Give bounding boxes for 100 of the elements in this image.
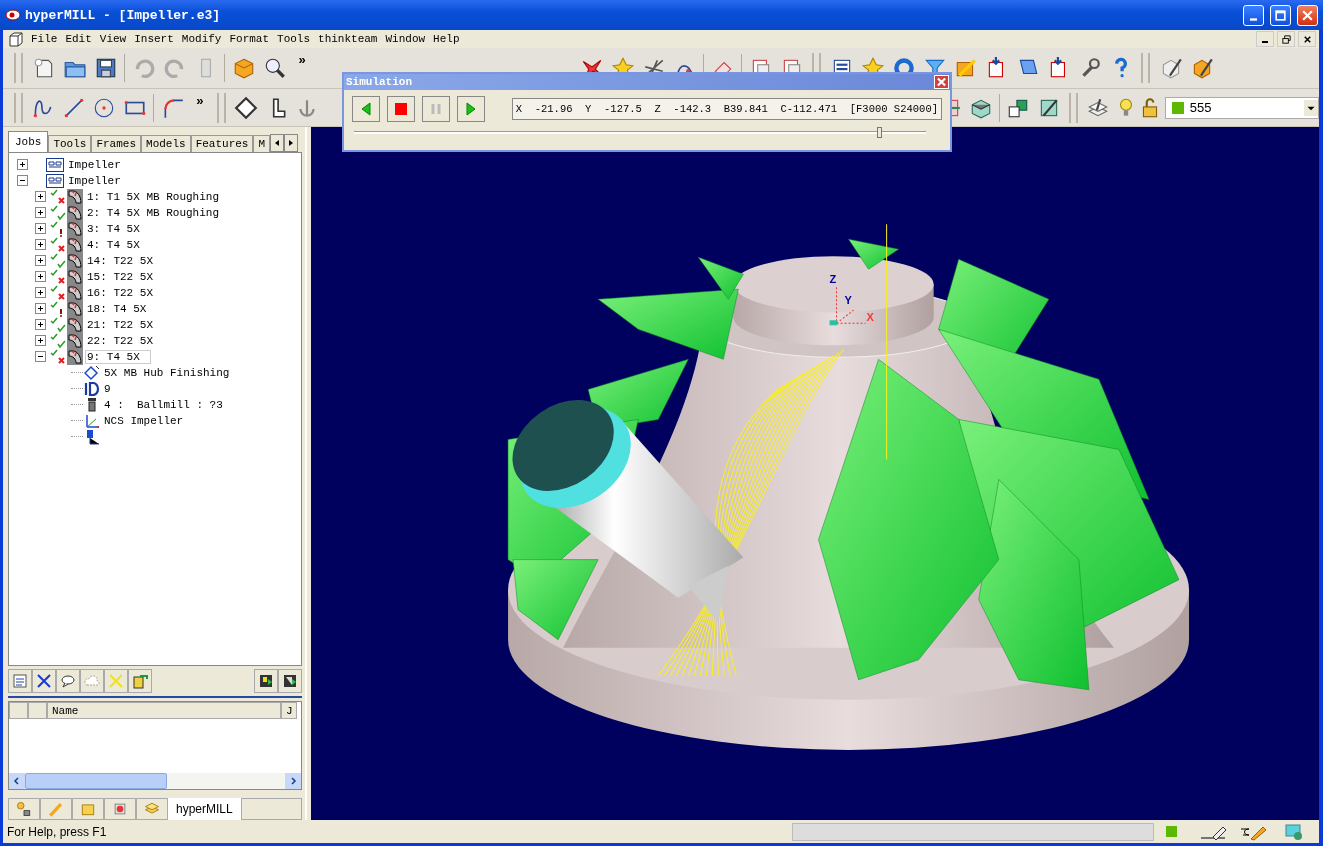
layer-dropdown[interactable]: 555 [1164, 96, 1319, 119]
tree-item[interactable]: 21: T22 5X [86, 318, 154, 331]
panel-tab[interactable]: M [253, 134, 271, 152]
expand-toggle[interactable] [35, 239, 46, 251]
expand-toggle[interactable] [35, 207, 46, 219]
restore-icon [1280, 33, 1292, 45]
tree-item[interactable]: 5X MB Hub Finishing [103, 366, 231, 379]
axis-label: Z [829, 273, 837, 286]
menu-item[interactable]: Format [225, 33, 274, 45]
tree-item[interactable]: 22: T22 5X [86, 334, 154, 347]
stop-button[interactable] [386, 96, 415, 122]
expand-toggle[interactable] [35, 223, 46, 235]
axis-label: Y [844, 294, 852, 307]
tree-item[interactable]: 1: T1 5X MB Roughing [86, 190, 221, 203]
panel-tab[interactable]: Tools [48, 134, 92, 152]
expand-toggle[interactable] [17, 159, 28, 171]
panel-tab[interactable]: Frames [91, 134, 142, 152]
run-icon [282, 673, 298, 690]
expand-toggle[interactable] [35, 191, 46, 203]
menu-item[interactable]: thinkteam [314, 33, 382, 45]
toolbar-grip[interactable] [14, 53, 23, 83]
tree-item[interactable]: 9: T4 5X [86, 350, 150, 363]
panel-tab[interactable] [104, 798, 136, 820]
toolbar-overflow-button[interactable]: » [290, 52, 314, 67]
panel-tab[interactable]: Jobs [8, 130, 49, 152]
tree-item[interactable]: 3: T4 5X [86, 222, 141, 235]
minimize-button[interactable] [1256, 31, 1274, 47]
delete-button[interactable] [32, 669, 56, 694]
job-icon [67, 188, 83, 205]
dialog-title: Simulation [346, 76, 412, 88]
play-button[interactable] [456, 96, 485, 122]
pen-icon [47, 800, 65, 819]
slider-thumb[interactable] [877, 127, 883, 138]
horizontal-scrollbar[interactable] [9, 773, 301, 790]
run-button[interactable] [278, 669, 302, 694]
menu-item[interactable]: Edit [61, 33, 96, 45]
tree-item[interactable]: 9 [103, 382, 112, 395]
toolbar-grip[interactable] [1069, 92, 1079, 123]
expand-toggle[interactable] [35, 319, 46, 331]
toolbar-grip[interactable] [216, 92, 226, 123]
expand-toggle[interactable] [35, 255, 46, 267]
expand-toggle[interactable] [35, 287, 46, 299]
panel-tab[interactable]: Features [190, 134, 254, 152]
run-button[interactable] [254, 669, 278, 694]
panel-tab[interactable]: Models [141, 134, 191, 152]
axis-frame-icon [84, 412, 100, 429]
project-icon [46, 173, 64, 188]
play-backward-button[interactable] [352, 96, 380, 122]
column-header[interactable]: J [281, 702, 297, 720]
tree-item[interactable]: 4 : Ballmill : ?3 [103, 398, 224, 411]
tree-item[interactable]: NCS Impeller [103, 414, 185, 427]
toolbar-grip[interactable] [14, 92, 23, 123]
column-header[interactable]: Name [47, 702, 281, 720]
project-icon [46, 157, 64, 172]
stop-icon [392, 101, 409, 117]
tree-item[interactable]: 16: T22 5X [86, 286, 154, 299]
3d-viewport[interactable]: Z Y X [311, 127, 1319, 820]
diamond-icon[interactable] [233, 95, 258, 120]
cycle-icon [84, 364, 100, 381]
app-logo-icon [5, 8, 21, 22]
close-button[interactable] [1298, 31, 1316, 47]
menu-item[interactable]: Insert [130, 33, 178, 45]
panel-tab[interactable]: hyperMILL [168, 798, 241, 820]
tree-item[interactable]: 14: T22 5X [86, 254, 154, 267]
list-icon [12, 673, 28, 690]
comment-button[interactable] [56, 669, 80, 694]
expand-toggle[interactable] [35, 271, 46, 283]
toolbar-grip[interactable] [1141, 53, 1150, 83]
close-icon [1301, 33, 1313, 45]
geometry-icon [15, 800, 33, 819]
menu-item[interactable]: Help [429, 33, 464, 45]
tree-item[interactable]: Impeller [67, 174, 122, 187]
maximize-button[interactable] [1270, 4, 1291, 26]
export-button[interactable] [128, 669, 152, 694]
close-icon [1301, 8, 1314, 22]
menu-item[interactable]: Modify [177, 33, 226, 45]
expand-toggle[interactable] [35, 351, 46, 363]
scroll-right-button[interactable] [284, 133, 299, 152]
menu-item[interactable]: Tools [273, 33, 315, 45]
menu-item[interactable]: Window [381, 33, 430, 45]
pause-button[interactable] [421, 96, 450, 122]
expand-toggle[interactable] [17, 175, 28, 187]
panel-tab[interactable] [8, 798, 40, 820]
minimize-icon [1250, 17, 1257, 21]
menu-item[interactable]: File [27, 33, 62, 45]
scroll-left-button[interactable] [270, 133, 285, 152]
menu-item[interactable]: View [95, 33, 131, 45]
close-icon [935, 76, 948, 88]
expand-toggle[interactable] [35, 303, 46, 315]
toolbar-overflow-button[interactable]: » [187, 93, 212, 108]
run-icon [258, 673, 274, 690]
tree-item[interactable]: 18: T4 5X [86, 302, 148, 315]
tree-item[interactable]: 15: T22 5X [86, 270, 154, 283]
tree-item[interactable]: 4: T4 5X [86, 238, 141, 251]
restore-button[interactable] [1277, 31, 1295, 47]
tree-item[interactable]: Impeller [67, 158, 122, 171]
tree-item[interactable]: 2: T4 5X MB Roughing [86, 206, 221, 219]
expand-toggle[interactable] [35, 335, 46, 347]
left-arrow-icon [273, 138, 282, 147]
axis-triad-icon [829, 286, 867, 326]
